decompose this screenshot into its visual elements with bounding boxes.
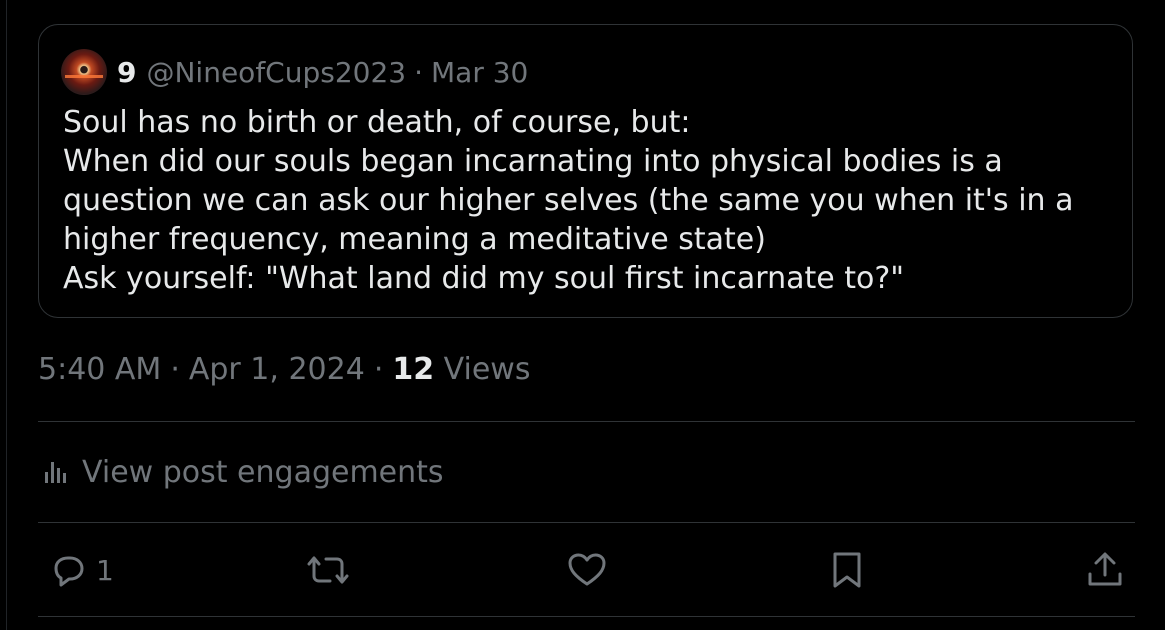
post-text-line: When did our souls began incarnating int… <box>63 144 1003 179</box>
bookmark-icon <box>833 552 861 588</box>
header-separator: · <box>414 55 423 89</box>
post-text-line: Soul has no birth or death, of course, b… <box>63 105 691 140</box>
quoted-post-card[interactable]: 9 @NineofCups2023 · Mar 30 Soul has no b… <box>38 24 1133 318</box>
display-name[interactable]: 9 <box>117 56 136 89</box>
reply-count: 1 <box>96 553 114 587</box>
post-metadata: 5:40 AM · Apr 1, 2024 · 12 Views <box>38 350 530 390</box>
like-icon <box>568 553 606 586</box>
like-button[interactable] <box>567 550 607 590</box>
share-icon <box>1088 552 1122 586</box>
divider <box>38 421 1135 422</box>
bookmark-button[interactable] <box>827 550 867 590</box>
views-count: 12 <box>392 352 435 387</box>
repost-icon <box>307 556 349 584</box>
post-text-line: question we can ask our higher selves (t… <box>63 183 1074 218</box>
quoted-post-text: Soul has no birth or death, of course, b… <box>63 103 1123 298</box>
timeline-border <box>6 0 7 630</box>
post-date[interactable]: Mar 30 <box>431 56 528 89</box>
post-full-date[interactable]: Apr 1, 2024 <box>189 352 365 387</box>
divider <box>38 616 1135 617</box>
avatar[interactable] <box>61 49 107 95</box>
meta-separator: · <box>373 352 384 387</box>
reply-button[interactable]: 1 <box>48 550 114 590</box>
view-engagements-label: View post engagements <box>82 454 444 490</box>
share-button[interactable] <box>1085 550 1125 590</box>
repost-button[interactable] <box>306 550 350 590</box>
reply-icon <box>54 556 84 587</box>
views-label: Views <box>443 352 531 387</box>
view-engagements-link[interactable]: View post engagements <box>42 452 444 492</box>
bar-chart-icon <box>45 462 66 483</box>
divider <box>38 522 1135 523</box>
quoted-post-header: 9 @NineofCups2023 · Mar 30 <box>61 49 528 95</box>
action-bar: 1 <box>38 540 1135 602</box>
user-handle[interactable]: @NineofCups2023 <box>146 56 406 89</box>
post-text-line: Ask yourself: "What land did my soul fir… <box>63 261 905 296</box>
meta-separator: · <box>170 352 180 387</box>
post-text-line: higher frequency, meaning a meditative s… <box>63 222 766 257</box>
post-time[interactable]: 5:40 AM <box>38 352 161 387</box>
